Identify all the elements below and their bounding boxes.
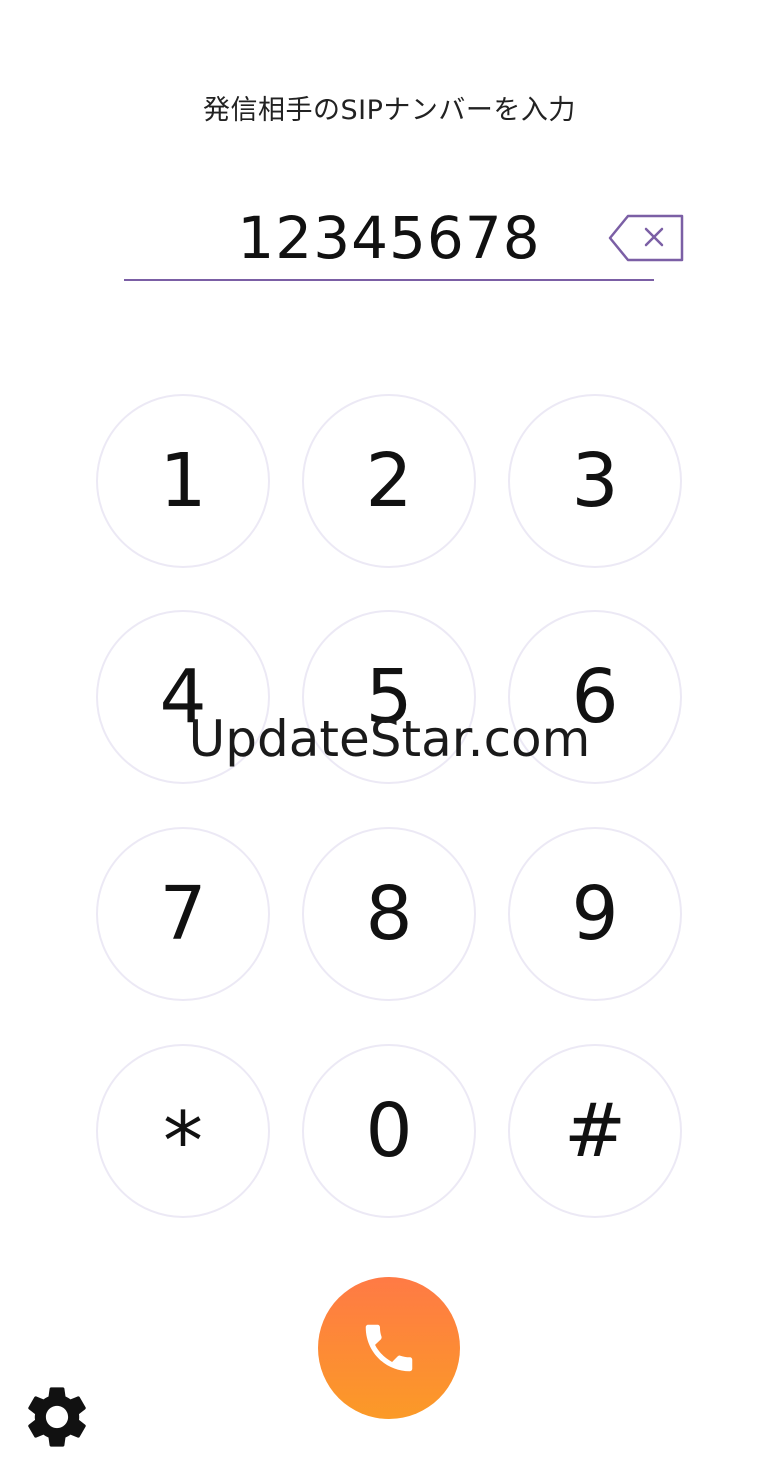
key-2[interactable]: 2 (302, 394, 476, 568)
backspace-button[interactable] (606, 210, 686, 266)
key-7[interactable]: 7 (96, 827, 270, 1001)
sip-number-field[interactable]: 12345678 (124, 198, 654, 278)
key-8[interactable]: 8 (302, 827, 476, 1001)
input-underline (124, 279, 654, 281)
dialer-screen: 発信相手のSIPナンバーを入力 12345678 1 2 3 4 5 6 7 8… (0, 0, 779, 1474)
key-1[interactable]: 1 (96, 394, 270, 568)
backspace-icon (608, 214, 684, 262)
key-0[interactable]: 0 (302, 1044, 476, 1218)
key-hash[interactable]: # (508, 1044, 682, 1218)
settings-button[interactable] (20, 1380, 94, 1454)
gear-icon (28, 1387, 86, 1447)
key-3[interactable]: 3 (508, 394, 682, 568)
key-4[interactable]: 4 (96, 610, 270, 784)
key-9[interactable]: 9 (508, 827, 682, 1001)
key-6[interactable]: 6 (508, 610, 682, 784)
phone-icon (365, 1324, 413, 1372)
key-5[interactable]: 5 (302, 610, 476, 784)
key-star[interactable]: * (96, 1044, 270, 1218)
call-button[interactable] (318, 1277, 460, 1419)
dialer-prompt: 発信相手のSIPナンバーを入力 (203, 95, 576, 126)
